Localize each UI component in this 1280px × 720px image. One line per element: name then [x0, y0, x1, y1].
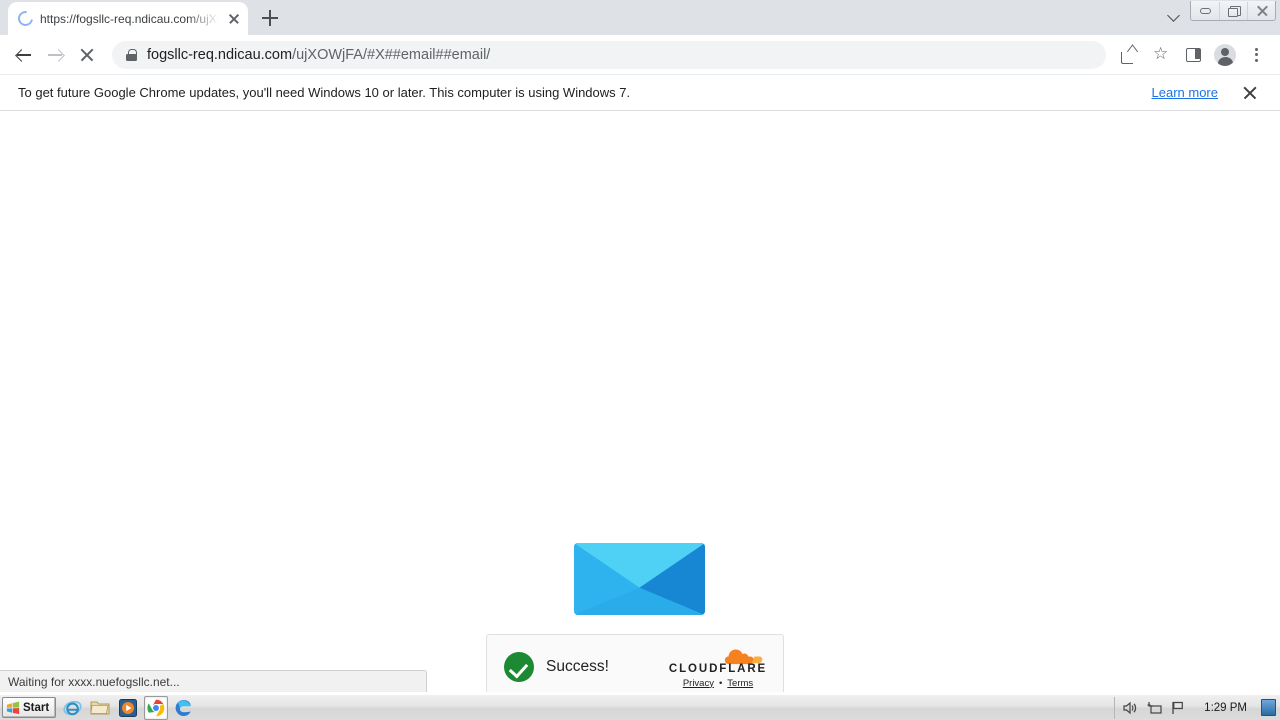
avatar-icon: [1214, 43, 1236, 66]
stop-loading-button[interactable]: [72, 40, 102, 70]
start-label: Start: [23, 701, 50, 714]
taskbar-item-microsoft-edge[interactable]: [172, 696, 196, 720]
browser-tab[interactable]: https://fogsllc-req.ndicau.com/ujXO: [8, 2, 248, 35]
infobar-message: To get future Google Chrome updates, you…: [18, 85, 631, 100]
cloudflare-wordmark: CLOUDFLARE: [668, 662, 768, 675]
taskbar-item-internet-explorer[interactable]: [60, 696, 84, 720]
close-button[interactable]: [1247, 1, 1275, 20]
tab-title: https://fogsllc-req.ndicau.com/ujXO: [40, 11, 219, 26]
envelope-icon: [574, 543, 705, 615]
update-infobar: To get future Google Chrome updates, you…: [0, 75, 1280, 111]
cloudflare-turnstile-widget[interactable]: Success! CLOUDFLARE Privacy • Terms: [486, 634, 784, 692]
share-icon: [1121, 47, 1137, 64]
taskbar-item-google-chrome[interactable]: [144, 695, 169, 720]
volume-icon[interactable]: [1122, 700, 1138, 716]
address-bar[interactable]: fogsllc-req.ndicau.com/ujXOWjFA/#X##emai…: [112, 40, 1106, 69]
chrome-icon: [147, 699, 165, 716]
close-icon[interactable]: [226, 11, 242, 27]
arrow-right-icon: [47, 47, 63, 62]
forward-button[interactable]: [40, 40, 70, 70]
privacy-link[interactable]: Privacy: [683, 678, 714, 689]
network-icon[interactable]: [1146, 700, 1162, 716]
page-viewport: Success! CLOUDFLARE Privacy • Terms Wait…: [0, 111, 1280, 692]
restore-button[interactable]: [1219, 1, 1247, 20]
lock-icon[interactable]: [126, 49, 137, 61]
taskbar-item-media-player[interactable]: [116, 696, 140, 720]
url-host: fogsllc-req.ndicau.com: [147, 46, 293, 63]
chevron-glyph: [1167, 9, 1180, 22]
link-separator: •: [718, 677, 723, 689]
system-tray: 1:29 PM: [1114, 696, 1280, 719]
browser-toolbar: fogsllc-req.ndicau.com/ujXOWjFA/#X##emai…: [0, 35, 1280, 75]
terms-link[interactable]: Terms: [727, 678, 753, 689]
taskbar-clock[interactable]: 1:29 PM: [1204, 702, 1247, 714]
media-player-icon: [119, 698, 138, 717]
tab-strip: https://fogsllc-req.ndicau.com/ujXO: [0, 0, 1280, 35]
minimize-button[interactable]: [1191, 2, 1219, 20]
check-circle-icon: [504, 652, 534, 682]
side-panel-icon: [1185, 47, 1201, 62]
turnstile-status-text: Success!: [546, 658, 609, 675]
windows-flag-icon: [6, 701, 20, 714]
chrome-browser-window: https://fogsllc-req.ndicau.com/ujXO fogs…: [0, 0, 1280, 694]
start-button[interactable]: Start: [2, 697, 57, 718]
url-path: /ujXOWjFA/#X##email##email/: [292, 46, 491, 63]
chevron-down-icon[interactable]: [1162, 4, 1188, 28]
window-controls: [1190, 1, 1276, 21]
show-desktop-icon[interactable]: [1261, 699, 1276, 716]
windows-taskbar: Start 1:29 PM: [0, 694, 1280, 720]
url-text: fogsllc-req.ndicau.com/ujXOWjFA/#X##emai…: [147, 47, 490, 63]
folder-icon: [90, 701, 110, 715]
status-bubble: Waiting for xxxx.nuefogsllc.net...: [0, 670, 427, 692]
loading-spinner-icon: [15, 8, 36, 29]
turnstile-legal-links: Privacy • Terms: [683, 678, 753, 689]
taskbar-item-windows-explorer[interactable]: [88, 696, 112, 720]
share-button[interactable]: [1114, 40, 1144, 70]
side-panel-button[interactable]: [1178, 40, 1208, 70]
close-x-icon: [80, 48, 94, 62]
back-button[interactable]: [8, 40, 38, 70]
close-icon: [1256, 5, 1268, 17]
minimize-icon: [1199, 7, 1211, 14]
chrome-menu-button[interactable]: [1242, 40, 1272, 70]
action-center-flag-icon[interactable]: [1170, 700, 1186, 716]
edge-icon: [175, 699, 192, 716]
plus-icon[interactable]: [256, 4, 284, 32]
bookmark-button[interactable]: ☆: [1146, 40, 1176, 70]
internet-explorer-icon: [63, 700, 82, 716]
cloudflare-branding: CLOUDFLARE Privacy • Terms: [668, 646, 768, 689]
profile-button[interactable]: [1210, 40, 1240, 70]
kebab-menu-icon: [1255, 47, 1259, 63]
restore-icon: [1228, 5, 1241, 17]
arrow-left-icon: [16, 47, 31, 62]
close-icon[interactable]: [1242, 85, 1258, 101]
learn-more-link[interactable]: Learn more: [1152, 85, 1218, 100]
